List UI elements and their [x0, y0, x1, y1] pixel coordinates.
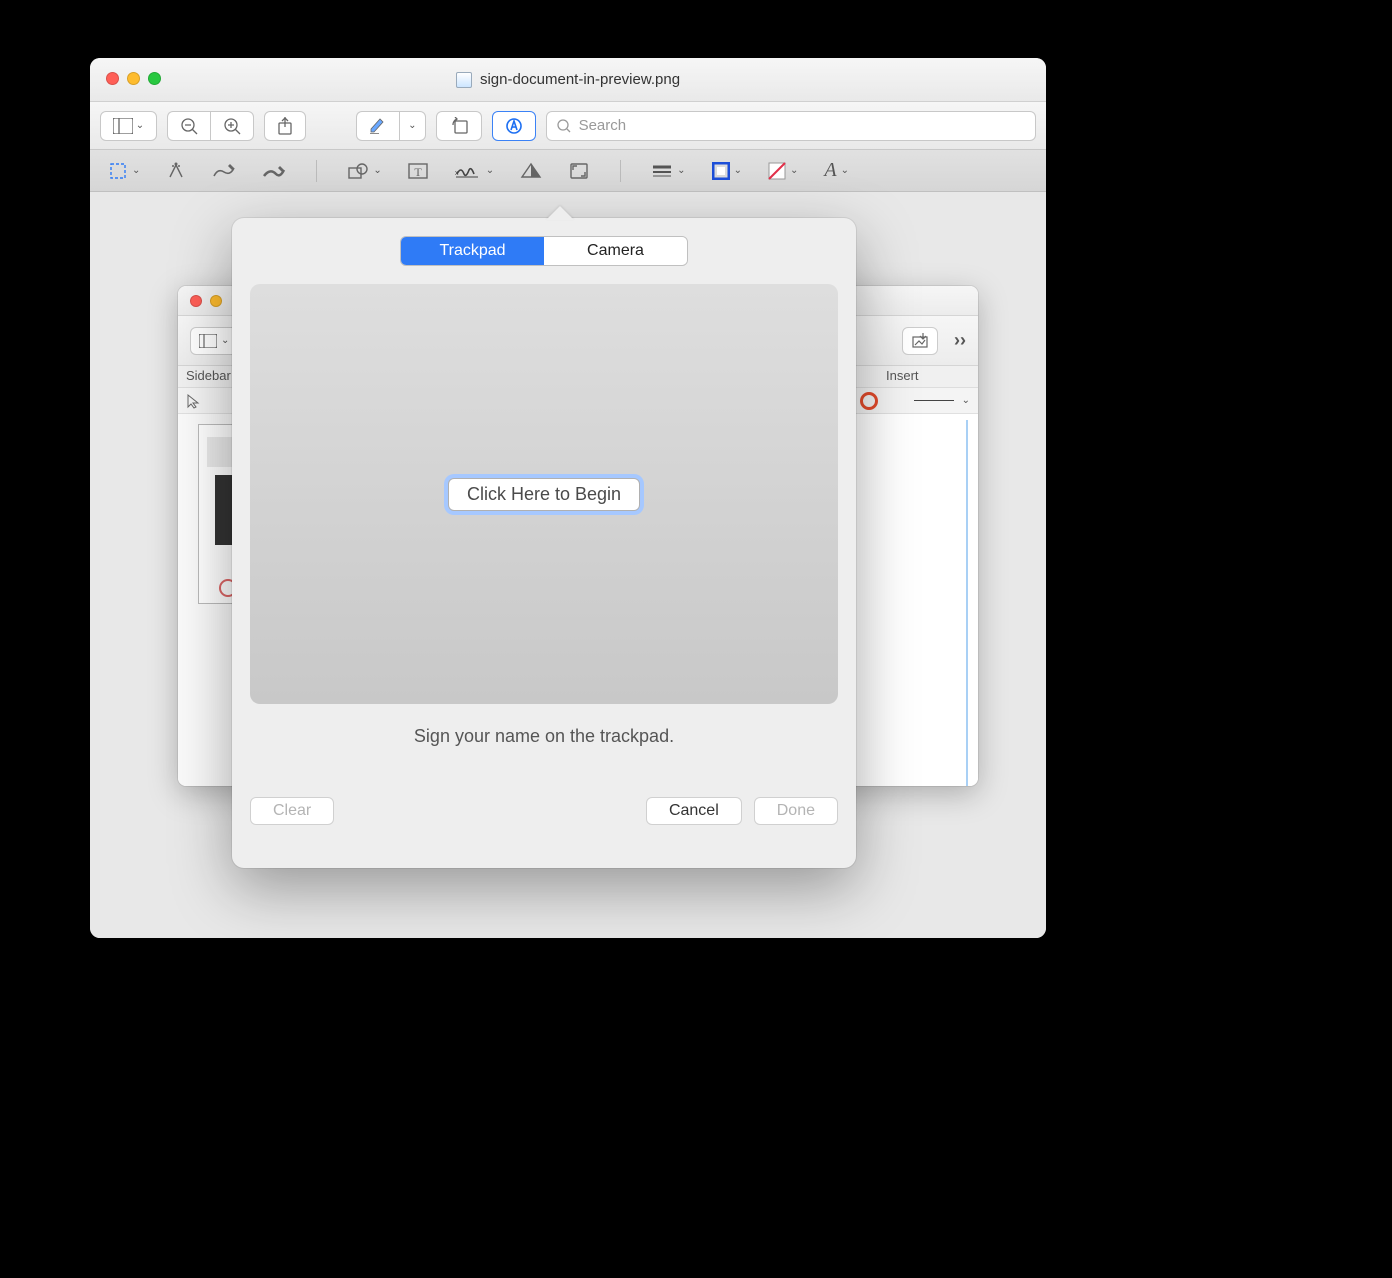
- traffic-lights: [106, 72, 161, 85]
- chevron-down-icon: ⌄: [132, 165, 140, 176]
- adjust-color-button[interactable]: [520, 157, 542, 185]
- sidebar-view-button[interactable]: ⌄: [100, 111, 157, 141]
- tab-camera[interactable]: Camera: [544, 237, 687, 265]
- shapes-button[interactable]: ⌄: [347, 157, 381, 185]
- chevron-down-icon: ⌄: [734, 165, 742, 176]
- fill-color-button[interactable]: ⌄: [768, 157, 798, 185]
- adjust-size-button[interactable]: [568, 157, 590, 185]
- svg-text:T: T: [414, 165, 422, 179]
- separator: [316, 160, 317, 182]
- line-weight-indicator[interactable]: [914, 400, 954, 401]
- selection-tool-button[interactable]: ⌄: [108, 157, 140, 185]
- share-button[interactable]: [264, 111, 306, 141]
- border-style-button[interactable]: ⌄: [651, 157, 685, 185]
- chevron-down-icon: ⌄: [408, 120, 416, 131]
- instruction-text: Sign your name on the trackpad.: [250, 726, 838, 747]
- search-field[interactable]: Search: [546, 111, 1036, 141]
- chevron-down-icon: ⌄: [221, 335, 229, 346]
- inner-insert-button[interactable]: [902, 327, 938, 355]
- shape-color-indicator[interactable]: [860, 392, 878, 410]
- inner-overflow-button[interactable]: ››: [954, 330, 966, 351]
- search-placeholder: Search: [579, 117, 627, 134]
- tab-trackpad[interactable]: Trackpad: [401, 237, 544, 265]
- chevron-down-icon: ⌄: [677, 165, 685, 176]
- svg-text:x: x: [455, 170, 459, 177]
- chevron-down-icon: ⌄: [373, 165, 381, 176]
- search-icon: [557, 119, 571, 133]
- close-window-button[interactable]: [106, 72, 119, 85]
- markup-toolbar: ⌄ ⌄ T x ⌄ ⌄: [90, 150, 1046, 192]
- window-title: sign-document-in-preview.png: [456, 71, 680, 88]
- highlight-options-button[interactable]: ⌄: [399, 111, 425, 141]
- zoom-group: [167, 111, 254, 141]
- instant-alpha-button[interactable]: [166, 157, 186, 185]
- chevron-down-icon: ⌄: [486, 165, 494, 176]
- font-style-button[interactable]: A ⌄: [824, 157, 849, 185]
- file-icon: [456, 72, 472, 88]
- inner-close-button[interactable]: [190, 295, 202, 307]
- text-button[interactable]: T: [408, 157, 428, 185]
- chevron-down-icon: ⌄: [841, 165, 849, 176]
- zoom-window-button[interactable]: [148, 72, 161, 85]
- sketch-button[interactable]: [212, 157, 236, 185]
- cursor-icon[interactable]: [186, 393, 200, 409]
- signature-button[interactable]: x ⌄: [454, 157, 494, 185]
- clear-button[interactable]: Clear: [250, 797, 334, 825]
- zoom-out-button[interactable]: [167, 111, 210, 141]
- titlebar: sign-document-in-preview.png: [90, 58, 1046, 102]
- preview-window: sign-document-in-preview.png ⌄ ⌄: [90, 58, 1046, 938]
- chevron-down-icon: ⌄: [790, 165, 798, 176]
- minimize-window-button[interactable]: [127, 72, 140, 85]
- highlight-group: ⌄: [356, 111, 425, 141]
- insert-label: Insert: [878, 366, 938, 387]
- chevron-down-icon: ⌄: [962, 395, 970, 406]
- main-toolbar: ⌄ ⌄ Search: [90, 102, 1046, 150]
- font-icon: A: [824, 159, 836, 182]
- markup-toggle-button[interactable]: [492, 111, 536, 141]
- content-area: ⌄ ›› Sidebar Insert: [90, 192, 1046, 938]
- inner-minimize-button[interactable]: [210, 295, 222, 307]
- border-color-button[interactable]: ⌄: [712, 157, 742, 185]
- popover-actions: Clear Cancel Done: [250, 797, 838, 825]
- signature-popover: Trackpad Camera Click Here to Begin Sign…: [232, 218, 856, 868]
- rotate-button[interactable]: [436, 111, 482, 141]
- signature-drawing-area[interactable]: Click Here to Begin: [250, 284, 838, 704]
- signature-source-tabs: Trackpad Camera: [400, 236, 688, 266]
- title-text: sign-document-in-preview.png: [480, 71, 680, 88]
- zoom-in-button[interactable]: [210, 111, 254, 141]
- done-button[interactable]: Done: [754, 797, 838, 825]
- click-to-begin-button[interactable]: Click Here to Begin: [448, 478, 640, 511]
- chevron-down-icon: ⌄: [133, 120, 144, 131]
- draw-button[interactable]: [262, 157, 286, 185]
- highlight-button[interactable]: [356, 111, 399, 141]
- separator: [620, 160, 621, 182]
- cancel-button[interactable]: Cancel: [646, 797, 742, 825]
